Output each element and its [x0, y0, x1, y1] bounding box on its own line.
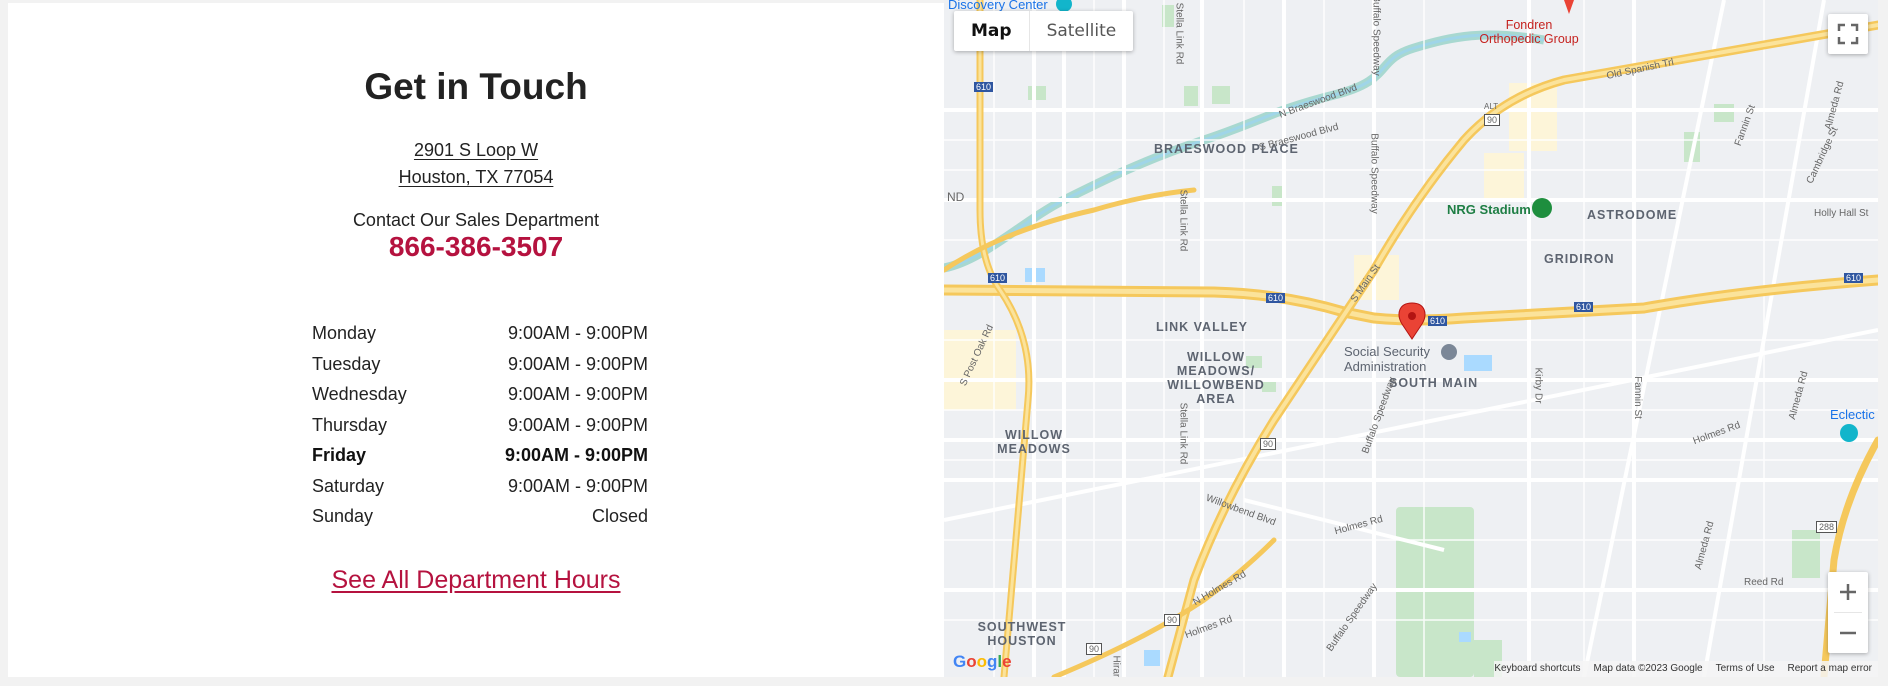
road-label: Stella Link Rd — [1177, 402, 1189, 465]
plus-icon — [1840, 584, 1856, 600]
page-title: Get in Touch — [364, 66, 588, 107]
map-type-control: Map Satellite — [954, 11, 1134, 51]
minus-icon — [1840, 631, 1856, 635]
google-logo[interactable]: Google — [953, 652, 1012, 672]
road-label: Hiran — [1110, 655, 1122, 677]
hours-row-wednesday: Wednesday 9:00AM - 9:00PM — [312, 382, 648, 413]
road-label: Kirby Dr — [1532, 367, 1544, 404]
poi-social-security[interactable]: Social Security Administration — [1344, 344, 1448, 374]
terms-of-use-link[interactable]: Terms of Use — [1716, 661, 1775, 677]
highway-shield-icon: 610 — [974, 82, 994, 92]
road-label: Stella Link Rd — [1177, 189, 1189, 252]
report-error-link[interactable]: Report a map error — [1788, 661, 1872, 677]
hours-time: 9:00AM - 9:00PM — [507, 323, 648, 343]
area-willow-meadows: WILLOW MEADOWS — [997, 428, 1071, 456]
highway-shield-icon: 610 — [1266, 293, 1286, 303]
highway-alt-label: ALT — [1484, 102, 1499, 111]
map-attribution: Keyboard shortcuts Map data ©2023 Google… — [1494, 661, 1878, 677]
area-willow-meadows-willowbend: WILLOW MEADOWS/ WILLOWBEND AREA — [1167, 350, 1265, 406]
address-line-1[interactable]: 2901 S Loop W — [8, 140, 944, 161]
road-label: Holly Hall St — [1814, 208, 1869, 219]
road-label: Stella Link Rd — [1173, 2, 1185, 65]
map-type-satellite-button[interactable]: Satellite — [1030, 11, 1134, 51]
see-all-hours-link[interactable]: See All Department Hours — [8, 566, 944, 595]
department-label: Contact Our Sales Department — [352, 210, 600, 230]
poi-fondren[interactable]: Fondren Orthopedic Group — [1474, 18, 1584, 46]
highway-shield-icon: 90 — [1260, 438, 1277, 450]
fullscreen-icon — [1837, 23, 1859, 45]
hours-row-thursday: Thursday 9:00AM - 9:00PM — [312, 413, 648, 444]
hours-time: 9:00AM - 9:00PM — [504, 445, 648, 465]
highway-shield-icon: 90 — [1164, 614, 1181, 626]
keyboard-shortcuts-link[interactable]: Keyboard shortcuts — [1494, 661, 1580, 677]
hours-row-friday: Friday 9:00AM - 9:00PM — [312, 443, 648, 474]
fullscreen-button[interactable] — [1828, 14, 1868, 54]
hours-day: Saturday — [312, 475, 385, 496]
highway-shield-icon: 610 — [1574, 302, 1594, 312]
hours-row-saturday: Saturday 9:00AM - 9:00PM — [312, 474, 648, 505]
road-label: Reed Rd — [1744, 577, 1784, 588]
hours-time: 9:00AM - 9:00PM — [507, 353, 648, 374]
address-line-2[interactable]: Houston, TX 77054 — [8, 167, 944, 188]
highway-shield-icon: 90 — [1086, 643, 1103, 655]
poi-nrg-stadium[interactable]: NRG Stadium — [1447, 202, 1531, 217]
area-gridiron: GRIDIRON — [1544, 252, 1615, 266]
zoom-control — [1828, 572, 1868, 653]
map-data-text: Map data ©2023 Google — [1593, 663, 1703, 674]
hours-day: Tuesday — [312, 353, 381, 374]
hours-day: Thursday — [312, 414, 388, 435]
hours-row-tuesday: Tuesday 9:00AM - 9:00PM — [312, 352, 648, 383]
hours-day: Monday — [312, 323, 377, 343]
area-south-main: SOUTH MAIN — [1389, 376, 1479, 390]
poi-eclectic[interactable]: Eclectic — [1830, 407, 1875, 422]
hours-time: 9:00AM - 9:00PM — [507, 414, 648, 435]
area-link-valley: LINK VALLEY — [1156, 320, 1249, 334]
hours-row-monday: Monday 9:00AM - 9:00PM — [312, 321, 648, 352]
hours-day: Sunday — [312, 506, 374, 526]
highway-shield-icon: 610 — [988, 273, 1008, 283]
hours-time: 9:00AM - 9:00PM — [507, 475, 648, 496]
highway-shield-icon: 288 — [1816, 521, 1838, 533]
zoom-in-button[interactable] — [1828, 572, 1868, 612]
phone-number[interactable]: 866-386-3507 — [8, 231, 944, 263]
road-label: Buffalo Speedway — [1368, 133, 1380, 214]
map-type-map-button[interactable]: Map — [954, 11, 1030, 51]
highway-shield-icon: 90 — [1484, 114, 1501, 126]
hours-row-sunday: Sunday Closed — [312, 504, 648, 535]
highway-shield-icon: 610 — [1844, 273, 1864, 283]
hours-day: Friday — [312, 445, 367, 465]
hours-table: Monday 9:00AM - 9:00PM Tuesday 9:00AM - … — [312, 321, 648, 535]
hours-day: Wednesday — [312, 384, 407, 404]
highway-shield-icon: 610 — [1428, 316, 1448, 326]
road-label: ND — [947, 190, 965, 204]
map[interactable]: BRAESWOOD PLACE ASTRODOME GRIDIRON LINK … — [944, 0, 1878, 677]
hours-time: 9:00AM - 9:00PM — [507, 384, 648, 404]
area-southwest-houston: SOUTHWEST HOUSTON — [977, 620, 1067, 648]
road-label: Buffalo Speedway — [1370, 0, 1382, 76]
hours-time: Closed — [591, 506, 648, 526]
contact-panel: Get in Touch 2901 S Loop W Houston, TX 7… — [8, 3, 944, 677]
zoom-out-button[interactable] — [1828, 613, 1868, 653]
map-canvas[interactable] — [944, 0, 1878, 677]
area-astrodome: ASTRODOME — [1587, 208, 1678, 222]
road-label: Fannin St — [1631, 376, 1643, 419]
